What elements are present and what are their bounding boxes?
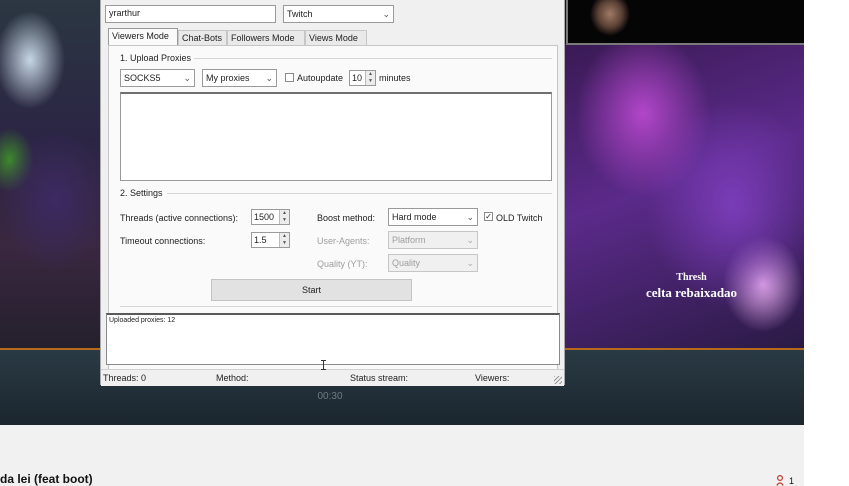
old-twitch-checkbox[interactable]: ✓ — [484, 212, 493, 221]
platform-select-value: Twitch — [287, 9, 313, 19]
champion-name: Thresh — [676, 272, 707, 283]
boost-method-select[interactable]: Hard mode ⌄ — [388, 208, 478, 226]
status-viewers: Viewers: — [475, 373, 510, 383]
stream-timer: 00:30 — [317, 391, 343, 402]
start-button[interactable]: Start — [211, 279, 412, 301]
resize-grip-icon[interactable] — [554, 376, 562, 384]
stepper-arrows-icon[interactable]: ▲ ▼ — [279, 210, 289, 224]
autoupdate-interval-value: 10 — [352, 73, 363, 83]
webcam-face — [588, 0, 632, 40]
quality-select[interactable]: Quality ⌄ — [388, 254, 478, 272]
video-title: da lei (feat boot) — [0, 472, 93, 486]
chevron-down-icon: ⌄ — [466, 212, 474, 222]
old-twitch-label: OLD Twitch — [496, 213, 543, 223]
boost-method-label: Boost method: — [317, 213, 376, 223]
timeout-value: 1.5 — [254, 235, 267, 245]
tab-views-mode[interactable]: Views Mode — [305, 30, 367, 46]
proxy-type-value: SOCKS5 — [124, 73, 161, 83]
webcam-overlay — [566, 0, 804, 45]
status-threads: Threads: 0 — [103, 373, 147, 383]
chevron-down-icon: ⌄ — [466, 258, 474, 268]
autoupdate-label: Autoupdate — [297, 73, 344, 83]
chevron-down-icon: ⌄ — [382, 9, 390, 19]
minutes-label: minutes — [379, 73, 411, 83]
viewer-icon — [776, 475, 784, 486]
threads-value: 1500 — [254, 212, 275, 222]
tab-viewers-mode[interactable]: Viewers Mode — [108, 28, 178, 46]
chevron-down-icon: ⌄ — [183, 73, 191, 83]
user-agents-value: Platform — [392, 235, 426, 245]
proxy-list-textarea[interactable] — [120, 92, 552, 181]
quality-label: Quality (YT): — [317, 259, 368, 269]
threads-label: Threads (active connections): — [120, 213, 239, 223]
group-divider — [120, 306, 552, 307]
threads-stepper[interactable]: 1500 ▲ ▼ — [251, 209, 290, 225]
settings-label: 2. Settings — [120, 188, 166, 198]
username-input[interactable]: yrarthur — [105, 5, 276, 23]
tab-followers-mode[interactable]: Followers Mode — [227, 30, 305, 46]
user-agents-label: User-Agents: — [317, 236, 370, 246]
boost-method-value: Hard mode — [392, 212, 437, 222]
log-line: Uploaded proxies: 12 — [109, 317, 176, 324]
group-divider — [184, 58, 552, 59]
chevron-down-icon: ⌄ — [466, 235, 474, 245]
chevron-down-icon: ⌄ — [265, 73, 273, 83]
timeout-stepper[interactable]: 1.5 ▲ ▼ — [251, 232, 290, 248]
group-divider — [167, 193, 552, 194]
stepper-arrows-icon[interactable]: ▲ ▼ — [279, 233, 289, 247]
status-method: Method: — [216, 373, 249, 383]
status-stream: Status stream: — [350, 373, 409, 383]
tab-chat-bots[interactable]: Chat-Bots — [178, 30, 227, 46]
stream-art-left — [0, 0, 100, 350]
upload-proxies-label: 1. Upload Proxies — [120, 53, 195, 63]
proxy-source-select[interactable]: My proxies ⌄ — [202, 69, 277, 87]
viewer-count: 1 — [789, 476, 795, 486]
status-bar: Threads: 0 Method: Status stream: Viewer… — [101, 369, 564, 386]
viewer-bot-window: yrarthur Twitch ⌄ Viewers Mode Chat-Bots… — [100, 0, 565, 386]
proxy-type-select[interactable]: SOCKS5 ⌄ — [120, 69, 195, 87]
autoupdate-interval-stepper[interactable]: 10 ▲ ▼ — [349, 70, 376, 86]
platform-select[interactable]: Twitch ⌄ — [283, 5, 394, 23]
stream-art-right — [563, 44, 804, 350]
autoupdate-checkbox[interactable] — [285, 73, 294, 82]
proxy-source-value: My proxies — [206, 73, 250, 83]
quality-value: Quality — [392, 258, 421, 268]
user-agents-select[interactable]: Platform ⌄ — [388, 231, 478, 249]
text-cursor-icon — [321, 360, 326, 370]
champion-subtitle: celta rebaixadao — [645, 285, 738, 300]
video-info-bar — [0, 425, 804, 486]
timeout-label: Timeout connections: — [120, 236, 206, 246]
stepper-arrows-icon[interactable]: ▲ ▼ — [365, 71, 375, 85]
log-output[interactable]: Uploaded proxies: 12 — [106, 313, 560, 365]
